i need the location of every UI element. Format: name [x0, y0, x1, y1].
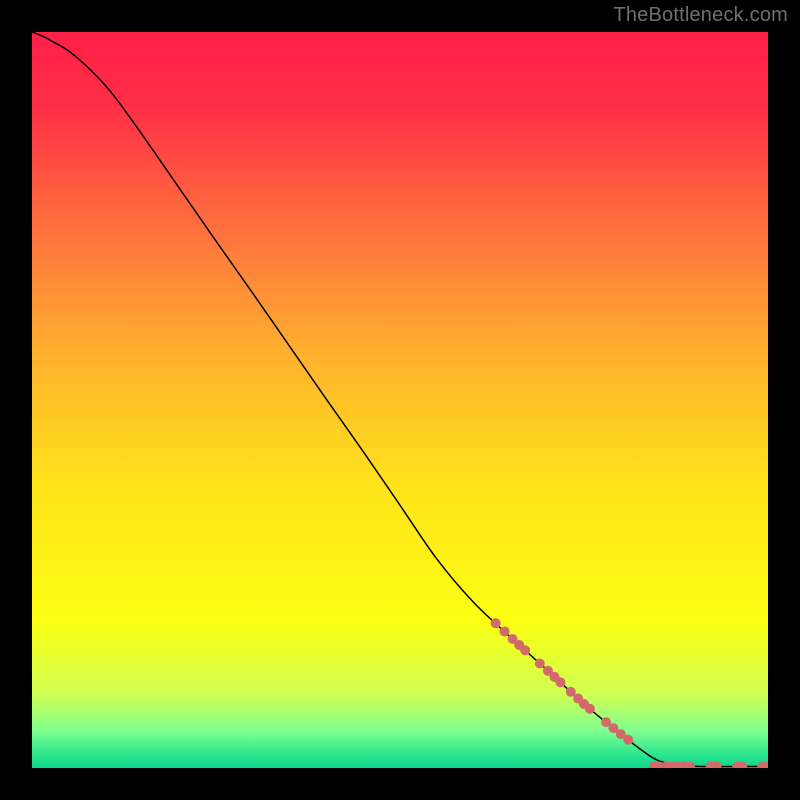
data-marker	[500, 626, 510, 636]
data-marker	[566, 687, 576, 697]
chart-area	[32, 32, 768, 768]
chart-background	[32, 32, 768, 768]
data-marker	[623, 735, 633, 745]
data-marker	[535, 658, 545, 668]
data-marker	[585, 704, 595, 714]
chart-svg	[32, 32, 768, 768]
data-marker	[520, 645, 530, 655]
data-marker	[491, 618, 501, 628]
watermark-text: TheBottleneck.com	[613, 4, 788, 27]
data-marker	[555, 677, 565, 687]
